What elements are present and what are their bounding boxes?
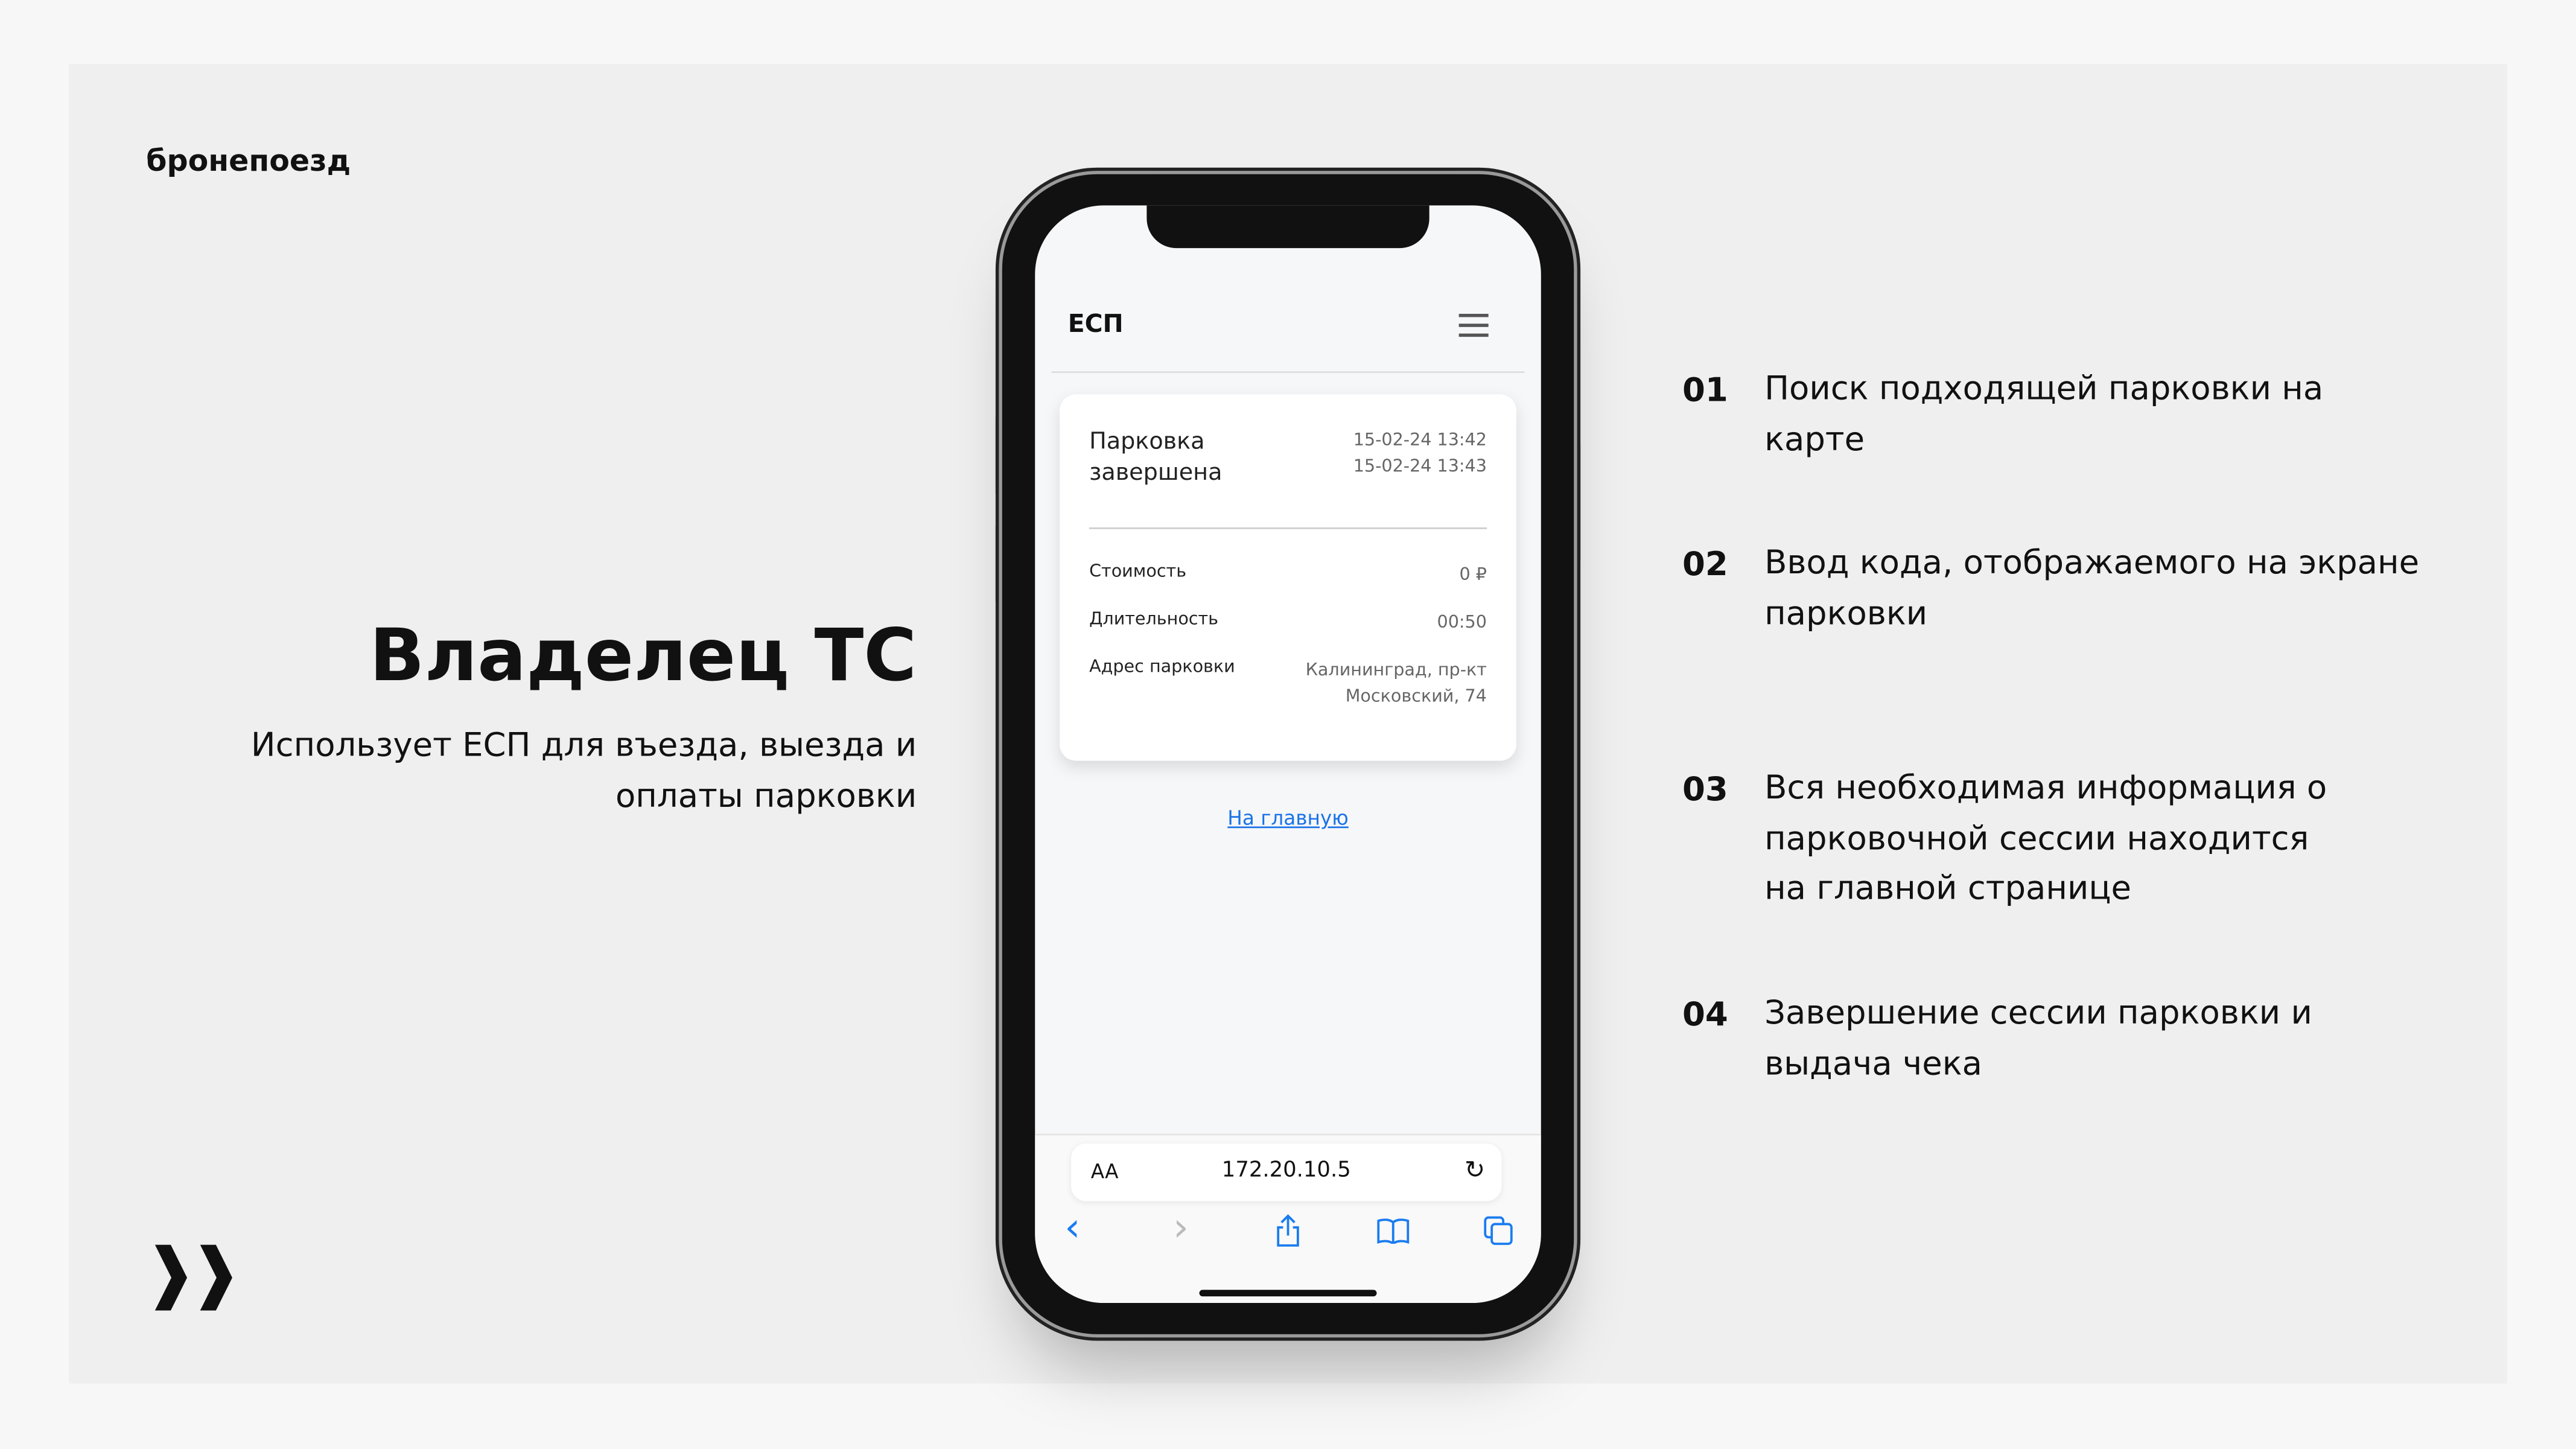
address-label: Адрес парковки [1089, 657, 1235, 677]
home-link[interactable]: На главную [1035, 807, 1541, 830]
step-number: 03 [1682, 769, 1728, 809]
step-number: 02 [1682, 544, 1728, 584]
back-icon[interactable]: ‹ [1064, 1205, 1080, 1250]
forward-icon[interactable]: › [1173, 1205, 1189, 1250]
phone-notch [1146, 205, 1430, 249]
address-bar[interactable]: AA 172.20.10.5 ↻ [1071, 1143, 1502, 1202]
phone-screen: ЕСП Парковка завершена 15-02-24 13:42 15… [1035, 205, 1541, 1304]
cost-value: 0 ₽ [1459, 565, 1487, 585]
step-text: Поиск подходящей парковки на карте [1764, 368, 2324, 458]
hamburger-menu-icon[interactable] [1458, 314, 1489, 343]
duration-value: 00:50 [1437, 613, 1487, 633]
duration-label: Длительность [1089, 610, 1219, 629]
step-number: 01 [1682, 369, 1728, 409]
bookmarks-icon[interactable] [1377, 1217, 1410, 1244]
phone-volume-down-button [995, 522, 1002, 605]
tabs-icon[interactable] [1484, 1216, 1513, 1246]
hero-title: Владелец ТС [369, 614, 917, 699]
logo-mark-icon: ❱❱ [142, 1235, 243, 1311]
cost-row: Стоимость 0 ₽ [1089, 562, 1487, 585]
session-dates: 15-02-24 13:42 15-02-24 13:43 [1353, 427, 1487, 480]
address-row: Адрес парковки Калининград, пр-кт Москов… [1089, 657, 1487, 707]
start-time: 15-02-24 13:42 [1353, 430, 1487, 450]
home-indicator [1199, 1290, 1377, 1297]
step-text: Вся необходимая информация о парковочной… [1764, 767, 2327, 907]
phone-power-button [1574, 440, 1581, 564]
cost-label: Стоимость [1089, 562, 1187, 582]
step-text: Завершение сессии парковки и выдача чека [1764, 992, 2312, 1082]
share-icon[interactable] [1275, 1214, 1302, 1247]
app-title: ЕСП [1067, 308, 1124, 339]
reload-icon[interactable]: ↻ [1465, 1155, 1485, 1185]
phone-mockup: ЕСП Парковка завершена 15-02-24 13:42 15… [1002, 174, 1574, 1334]
url-text[interactable]: 172.20.10.5 [1071, 1158, 1501, 1183]
step-number: 04 [1682, 994, 1728, 1034]
parking-session-card: Парковка завершена 15-02-24 13:42 15-02-… [1060, 394, 1516, 761]
duration-row: Длительность 00:50 [1089, 610, 1487, 632]
hero-subtitle: Использует ЕСП для въезда, выезда и опла… [250, 724, 917, 815]
slide: бронепоезд Владелец ТС Использует ЕСП дл… [0, 0, 2576, 1449]
step-text: Ввод кода, отображаемого на экране парко… [1764, 542, 2420, 632]
address-value: Калининград, пр-кт Московский, 74 [1305, 660, 1487, 707]
header-divider [1051, 371, 1525, 374]
end-time: 15-02-24 13:43 [1353, 456, 1487, 477]
browser-bottom-bar: AA 172.20.10.5 ↻ ‹ › [1035, 1133, 1541, 1304]
session-status: Парковка завершена [1089, 428, 1223, 486]
brand-name: бронепоезд [146, 144, 351, 179]
phone-volume-up-button [995, 414, 1002, 497]
card-divider [1089, 527, 1487, 529]
